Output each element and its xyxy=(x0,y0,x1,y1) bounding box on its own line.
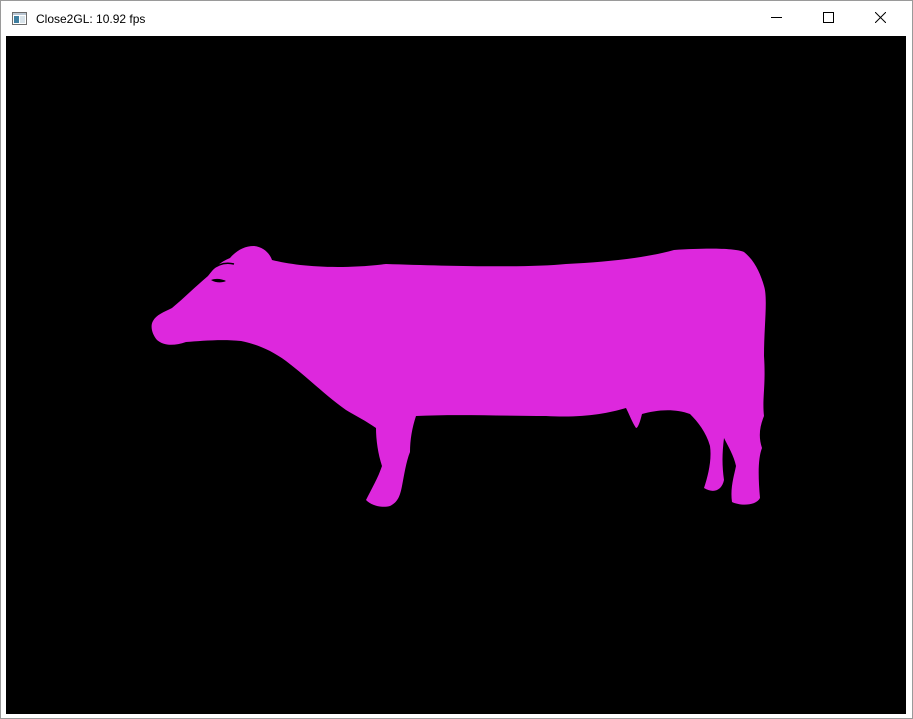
minimize-icon xyxy=(770,10,782,28)
maximize-icon xyxy=(822,10,834,28)
maximize-button[interactable] xyxy=(805,1,851,36)
window-title: Close2GL: 10.92 fps xyxy=(36,12,146,26)
scene-canvas xyxy=(6,36,906,714)
close-icon xyxy=(874,10,886,28)
minimize-button[interactable] xyxy=(753,1,799,36)
render-viewport[interactable] xyxy=(6,36,906,714)
close-button[interactable] xyxy=(857,1,903,36)
title-bar[interactable]: Close2GL: 10.92 fps xyxy=(1,1,912,36)
app-window-icon xyxy=(12,12,27,25)
app-window: Close2GL: 10.92 fps xyxy=(0,0,913,719)
